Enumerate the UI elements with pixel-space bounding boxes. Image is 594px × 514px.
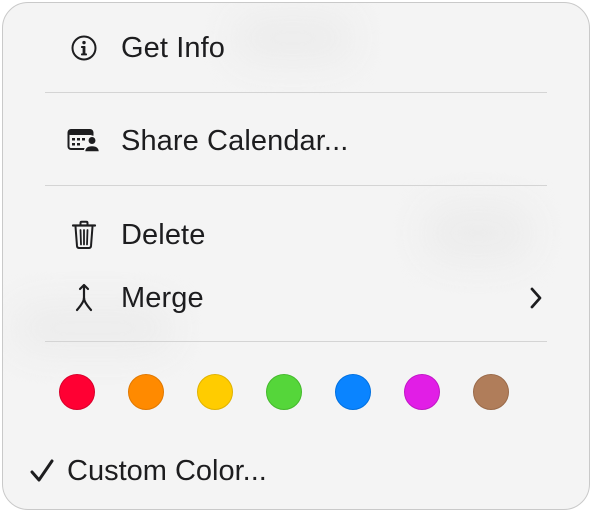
trash-icon xyxy=(67,218,101,252)
menu-item-label: Get Info xyxy=(121,31,225,64)
color-swatch-red[interactable] xyxy=(59,374,95,410)
chevron-right-icon xyxy=(525,283,547,313)
menu-separator xyxy=(45,185,547,186)
menu-item-label: Share Calendar... xyxy=(121,124,349,157)
color-swatch-yellow[interactable] xyxy=(197,374,233,410)
menu-separator xyxy=(45,92,547,93)
menu-item-custom-color[interactable]: Custom Color... xyxy=(29,443,267,499)
menu-item-label: Custom Color... xyxy=(67,454,267,487)
calendar-context-menu: Get Info Share Calendar... Delete Merge … xyxy=(2,2,590,510)
color-swatch-blue[interactable] xyxy=(335,374,371,410)
menu-item-get-info[interactable]: Get Info xyxy=(3,18,589,78)
menu-item-label: Merge xyxy=(121,281,204,314)
color-swatches xyxy=(59,374,529,416)
color-swatch-green[interactable] xyxy=(266,374,302,410)
menu-item-delete[interactable]: Delete xyxy=(3,205,589,265)
color-swatch-brown[interactable] xyxy=(473,374,509,410)
color-swatch-orange[interactable] xyxy=(128,374,164,410)
menu-separator xyxy=(45,341,547,342)
merge-icon xyxy=(67,281,101,315)
menu-item-label: Delete xyxy=(121,218,206,251)
share-calendar-icon xyxy=(67,124,101,158)
color-swatch-purple[interactable] xyxy=(404,374,440,410)
checkmark-icon xyxy=(29,456,63,486)
menu-item-merge[interactable]: Merge xyxy=(3,268,589,328)
info-circle-icon xyxy=(67,31,101,65)
menu-item-share-calendar[interactable]: Share Calendar... xyxy=(3,111,589,171)
